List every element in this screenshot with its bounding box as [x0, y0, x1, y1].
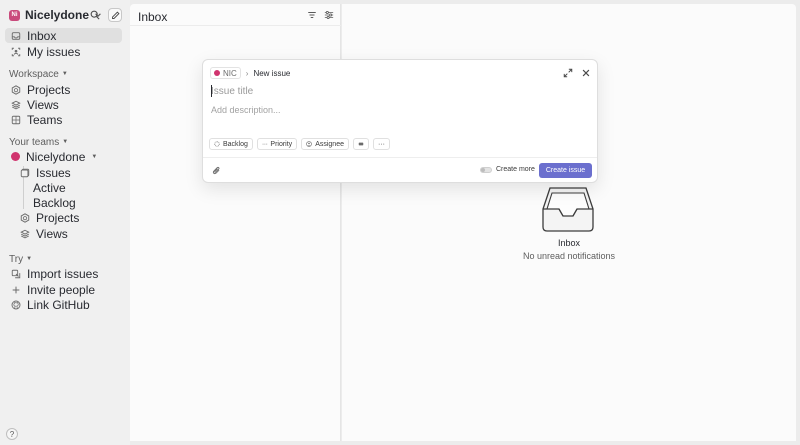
- sidebar-item-link-github[interactable]: Link GitHub: [5, 297, 122, 312]
- assignee-label: Assignee: [315, 140, 344, 148]
- more-options-icon: ···: [377, 140, 385, 148]
- page-title: Inbox: [138, 10, 168, 24]
- inbox-icon: [11, 31, 21, 40]
- sidebar-item-label: Projects: [27, 82, 71, 97]
- sidebar-item-team[interactable]: Nicelydone ▼: [5, 149, 122, 164]
- assignee-button[interactable]: Assignee: [301, 138, 349, 150]
- sidebar-item-label: Nicelydone: [26, 149, 86, 164]
- toggle-switch[interactable]: [480, 166, 492, 173]
- workspace-name: Nicelydone: [25, 8, 90, 22]
- sidebar-item-teams[interactable]: Teams: [5, 112, 122, 127]
- sidebar-item-active[interactable]: Active: [28, 180, 122, 195]
- projects-icon: [11, 84, 21, 95]
- workspace-avatar: Ni: [9, 9, 20, 21]
- section-label: Try: [9, 253, 24, 265]
- text-cursor: [211, 85, 212, 97]
- sidebar-item-views[interactable]: Views: [5, 97, 122, 112]
- sidebar-item-import-issues[interactable]: Import issues: [5, 266, 122, 281]
- caret-down-icon: ▼: [62, 139, 69, 145]
- teams-section-toggle[interactable]: Your teams ▼: [9, 136, 68, 148]
- sidebar-item-invite-people[interactable]: Invite people: [5, 282, 122, 297]
- new-issue-modal: NIC › New issue Backlog ··· Priority Ass…: [202, 59, 598, 183]
- try-section-toggle[interactable]: Try ▼: [9, 253, 32, 265]
- sidebar-item-inbox[interactable]: Inbox: [5, 28, 122, 43]
- more-options-button[interactable]: ···: [372, 138, 390, 150]
- issue-properties: Backlog ··· Priority Assignee ···: [209, 138, 390, 150]
- label-icon: [358, 142, 364, 146]
- modal-title: New issue: [253, 68, 291, 78]
- backlog-status-icon: [214, 141, 220, 147]
- create-more-label: Create more: [496, 166, 535, 173]
- inbox-header: Inbox: [130, 4, 341, 26]
- inbox-tray-icon: [542, 187, 594, 232]
- empty-state-title: Inbox: [557, 238, 581, 248]
- status-label: Backlog: [223, 140, 248, 148]
- sidebar-item-label: Teams: [27, 112, 63, 127]
- sidebar-item-label: Inbox: [27, 28, 57, 43]
- team-selector[interactable]: NIC: [210, 67, 241, 79]
- sidebar-item-issues[interactable]: Issues: [14, 165, 122, 180]
- sidebar-item-label: Issues: [36, 165, 71, 180]
- teams-icon: [11, 115, 21, 124]
- import-icon: [11, 269, 21, 278]
- expand-icon[interactable]: [563, 68, 573, 78]
- modal-footer: Create more Create issue: [203, 157, 597, 183]
- sidebar-item-label: Views: [36, 226, 68, 241]
- section-label: Your teams: [9, 136, 60, 148]
- sidebar-item-my-issues[interactable]: My issues: [5, 44, 122, 59]
- assignee-icon: [306, 141, 312, 147]
- create-more-toggle[interactable]: Create more: [480, 166, 535, 173]
- sidebar-item-team-projects[interactable]: Projects: [14, 210, 122, 225]
- sidebar-item-team-views[interactable]: Views: [14, 226, 122, 241]
- help-button[interactable]: ?: [6, 428, 18, 440]
- priority-label: Priority: [270, 140, 293, 148]
- issues-icon: [20, 168, 30, 177]
- github-icon: [11, 300, 21, 309]
- views-icon: [11, 100, 21, 109]
- empty-state-subtitle: No unread notifications: [522, 251, 616, 261]
- close-icon[interactable]: [581, 68, 591, 78]
- my-issues-icon: [11, 47, 21, 56]
- issue-description-input[interactable]: [211, 103, 591, 117]
- team-avatar: [11, 152, 20, 161]
- sidebar-item-projects[interactable]: Projects: [5, 82, 122, 97]
- caret-down-icon: ▼: [91, 153, 98, 160]
- status-button[interactable]: Backlog: [209, 138, 253, 150]
- caret-down-icon: ▼: [26, 256, 33, 262]
- section-label: Workspace: [9, 68, 59, 80]
- views-icon: [20, 229, 30, 238]
- paperclip-icon[interactable]: [212, 166, 221, 175]
- sidebar-item-label: Active: [33, 180, 66, 195]
- filter-icon[interactable]: [307, 10, 317, 20]
- caret-down-icon: ▼: [61, 71, 68, 77]
- projects-icon: [20, 212, 30, 223]
- breadcrumb: NIC › New issue: [210, 67, 290, 79]
- team-key: NIC: [223, 68, 237, 78]
- compose-icon: [111, 10, 120, 19]
- display-options-icon[interactable]: [324, 10, 334, 20]
- plus-icon: [12, 286, 20, 293]
- sidebar-item-label: Invite people: [27, 282, 96, 297]
- issue-title-input[interactable]: [211, 84, 591, 98]
- breadcrumb-separator: ›: [245, 68, 249, 78]
- team-dot-icon: [214, 70, 220, 76]
- workspace-section-toggle[interactable]: Workspace ▼: [9, 68, 68, 80]
- sidebar: Ni Nicelydone Inbox My issues Workspace …: [0, 0, 130, 445]
- sidebar-item-label: Link GitHub: [27, 297, 90, 312]
- sidebar-item-label: Backlog: [33, 195, 76, 210]
- label-button[interactable]: [352, 138, 369, 150]
- search-button[interactable]: [88, 8, 102, 22]
- sidebar-item-label: Views: [27, 97, 59, 112]
- sidebar-item-label: My issues: [27, 44, 81, 59]
- sidebar-item-label: Import issues: [27, 266, 99, 281]
- no-priority-icon: ···: [261, 140, 268, 148]
- sidebar-item-backlog[interactable]: Backlog: [28, 195, 122, 210]
- priority-button[interactable]: ··· Priority: [256, 138, 298, 150]
- sidebar-item-label: Projects: [36, 210, 80, 225]
- search-icon: [90, 10, 100, 20]
- create-issue-button[interactable]: Create issue: [539, 163, 592, 178]
- new-issue-button[interactable]: [108, 8, 122, 22]
